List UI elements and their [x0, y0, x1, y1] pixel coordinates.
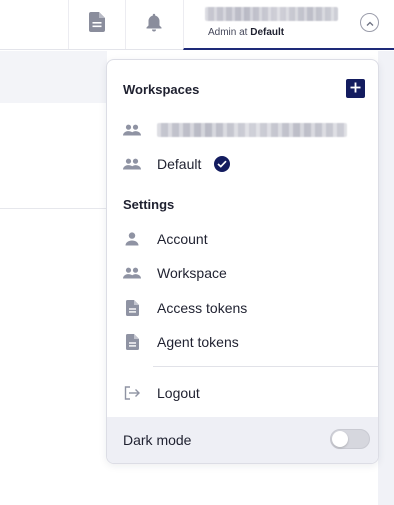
person-icon: [123, 230, 141, 248]
page-side-strip: [378, 51, 394, 505]
notifications-button[interactable]: [125, 0, 182, 49]
workspace-item-default[interactable]: Default: [107, 148, 378, 180]
workspace-name-redacted: [157, 123, 347, 137]
dark-mode-row: Dark mode: [107, 417, 378, 463]
current-workspace-name: Default: [250, 27, 285, 38]
collapse-menu-button[interactable]: [360, 13, 379, 32]
user-menu-button[interactable]: Admin at Default: [183, 0, 394, 50]
document-icon: [89, 12, 105, 37]
settings-item-agent-tokens[interactable]: Agent tokens: [107, 326, 378, 358]
top-bar: Admin at Default: [0, 0, 394, 50]
settings-item-label: Access tokens: [157, 300, 248, 316]
settings-item-label: Workspace: [157, 265, 227, 281]
docs-button[interactable]: [68, 0, 125, 49]
toggle-knob: [332, 431, 348, 447]
user-dropdown-menu: Workspaces Default Settings Account Work…: [106, 59, 379, 464]
logout-button[interactable]: Logout: [107, 377, 378, 409]
group-icon: [123, 264, 141, 282]
logout-label: Logout: [157, 385, 200, 401]
page-divider: [0, 208, 107, 209]
menu-divider: [153, 366, 378, 367]
plus-icon: [350, 80, 361, 98]
dark-mode-toggle[interactable]: [330, 429, 370, 449]
group-icon: [123, 121, 141, 139]
dark-mode-label: Dark mode: [123, 432, 192, 448]
workspace-item[interactable]: [107, 114, 378, 146]
group-icon: [123, 155, 141, 173]
user-name-redacted: [205, 7, 338, 21]
check-circle-icon: [214, 156, 230, 172]
settings-item-workspace[interactable]: Workspace: [107, 257, 378, 289]
workspaces-title: Workspaces: [123, 82, 200, 97]
page-header-band: [0, 51, 107, 103]
settings-item-label: Account: [157, 231, 208, 247]
settings-item-account[interactable]: Account: [107, 223, 378, 255]
chevron-up-icon: [366, 14, 374, 32]
workspace-label: Default: [157, 156, 202, 172]
settings-title: Settings: [123, 197, 175, 212]
settings-item-access-tokens[interactable]: Access tokens: [107, 292, 378, 324]
add-workspace-button[interactable]: [346, 79, 365, 98]
document-icon: [123, 299, 141, 317]
document-icon: [123, 333, 141, 351]
settings-item-label: Agent tokens: [157, 334, 239, 350]
bell-icon: [146, 13, 162, 37]
logout-icon: [123, 384, 141, 402]
user-role: Admin at Default: [208, 27, 285, 38]
